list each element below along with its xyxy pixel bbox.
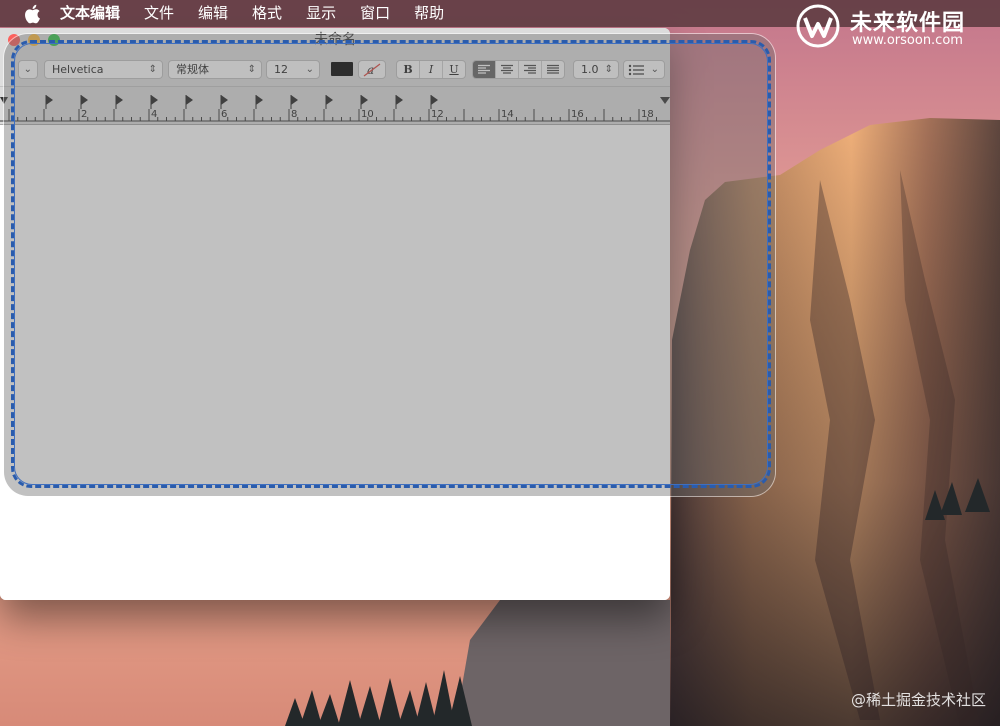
- brand-url: www.orsoon.com: [852, 33, 963, 48]
- menu-format[interactable]: 格式: [252, 0, 282, 27]
- brand-watermark: 未来软件园 www.orsoon.com: [796, 2, 992, 50]
- source-watermark: @稀土掘金技术社区: [850, 691, 986, 709]
- menu-window[interactable]: 窗口: [360, 0, 390, 27]
- brand-logo-icon: [796, 4, 840, 48]
- menu-view[interactable]: 显示: [306, 0, 336, 27]
- menu-help[interactable]: 帮助: [414, 0, 444, 27]
- menu-edit[interactable]: 编辑: [198, 0, 228, 27]
- selection-inner-border: [14, 43, 768, 485]
- menu-textedit[interactable]: 文本编辑: [60, 0, 120, 27]
- apple-menu-icon[interactable]: [24, 4, 42, 24]
- menu-file[interactable]: 文件: [144, 0, 174, 27]
